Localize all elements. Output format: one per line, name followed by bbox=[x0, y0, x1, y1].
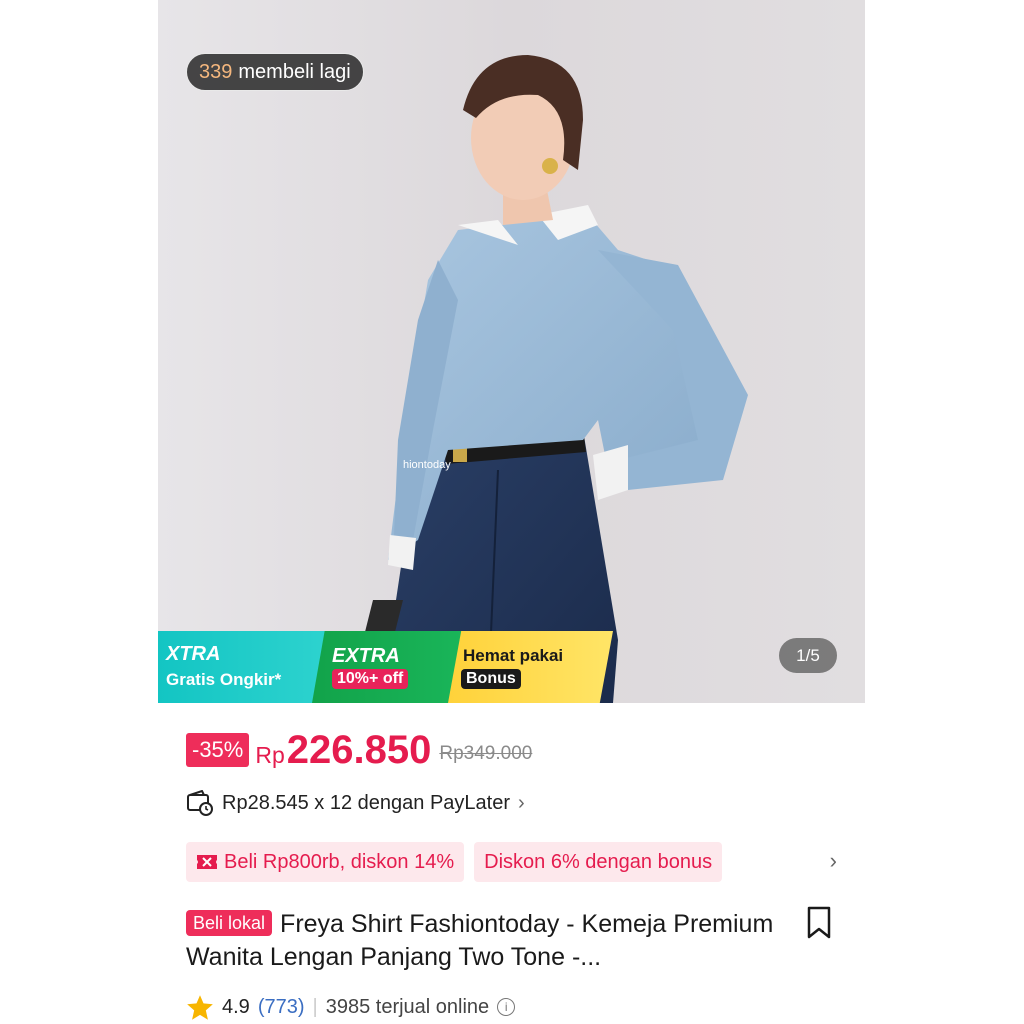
wallet-clock-icon bbox=[187, 790, 213, 816]
image-counter: 1/5 bbox=[779, 638, 837, 673]
local-seller-badge: Beli lokal bbox=[186, 910, 273, 936]
price-row: -35% Rp 226.850 Rp349.000 bbox=[186, 728, 532, 772]
bookmark-icon[interactable] bbox=[806, 906, 832, 940]
sold-count: 3985 terjual online bbox=[325, 995, 490, 1018]
product-title: Freya Shirt Fashiontoday - Kemeja Premiu… bbox=[186, 910, 774, 971]
paylater-text: Rp28.545 x 12 dengan PayLater bbox=[222, 791, 510, 814]
product-page: hiontoday 339 membeli lagi 1/5 XTRA Grat… bbox=[158, 0, 865, 1024]
extra-tag: 10%+ off bbox=[332, 669, 409, 689]
current-price: 226.850 bbox=[286, 727, 432, 772]
chevron-right-icon: › bbox=[518, 791, 525, 814]
repeat-buyers-badge: 339 membeli lagi bbox=[186, 53, 364, 91]
xtra-title: XTRA bbox=[166, 643, 221, 665]
review-count[interactable]: (773) bbox=[258, 996, 305, 1019]
repeat-buyers-label: membeli lagi bbox=[238, 60, 351, 83]
promo-chip-label: Diskon 6% dengan bonus bbox=[484, 850, 713, 873]
hemat-title: Hemat pakai bbox=[463, 646, 564, 665]
product-image-carousel[interactable]: hiontoday 339 membeli lagi 1/5 XTRA Grat… bbox=[158, 0, 865, 703]
repeat-buyers-count: 339 bbox=[199, 60, 233, 83]
coupon-icon bbox=[197, 855, 217, 869]
promo-chips: Beli Rp800rb, diskon 14% Diskon 6% denga… bbox=[186, 842, 846, 882]
rating-row: 4.9 (773) | 3985 terjual online i bbox=[186, 992, 516, 1022]
promo-chip-spend-discount[interactable]: Beli Rp800rb, diskon 14% bbox=[186, 842, 465, 882]
star-icon bbox=[187, 994, 213, 1020]
watermark-text: hiontoday bbox=[403, 459, 451, 471]
promo-chip-bonus-discount[interactable]: Diskon 6% dengan bonus bbox=[474, 842, 723, 882]
chevron-right-icon[interactable]: › bbox=[830, 848, 837, 874]
currency-label: Rp bbox=[255, 741, 285, 768]
bonus-segment bbox=[448, 631, 613, 703]
extra-title: EXTRA bbox=[332, 645, 400, 667]
divider: | bbox=[312, 995, 318, 1018]
promo-chip-label: Beli Rp800rb, diskon 14% bbox=[224, 850, 455, 873]
product-photo: hiontoday bbox=[158, 0, 865, 703]
xtra-subtitle: Gratis Ongkir* bbox=[166, 670, 282, 689]
original-price: Rp349.000 bbox=[439, 743, 533, 764]
rating-score: 4.9 bbox=[222, 995, 250, 1018]
discount-badge: -35% bbox=[186, 733, 250, 767]
xtra-shipping-segment bbox=[158, 631, 333, 703]
promo-banner[interactable]: XTRA Gratis Ongkir* EXTRA 10%+ off Hemat… bbox=[158, 631, 618, 703]
paylater-row[interactable]: Rp28.545 x 12 dengan PayLater › bbox=[186, 788, 525, 818]
product-title-block: Beli lokal Freya Shirt Fashiontoday - Kem… bbox=[186, 908, 786, 974]
info-icon[interactable]: i bbox=[497, 998, 516, 1016]
hemat-tag: Bonus bbox=[461, 669, 521, 689]
